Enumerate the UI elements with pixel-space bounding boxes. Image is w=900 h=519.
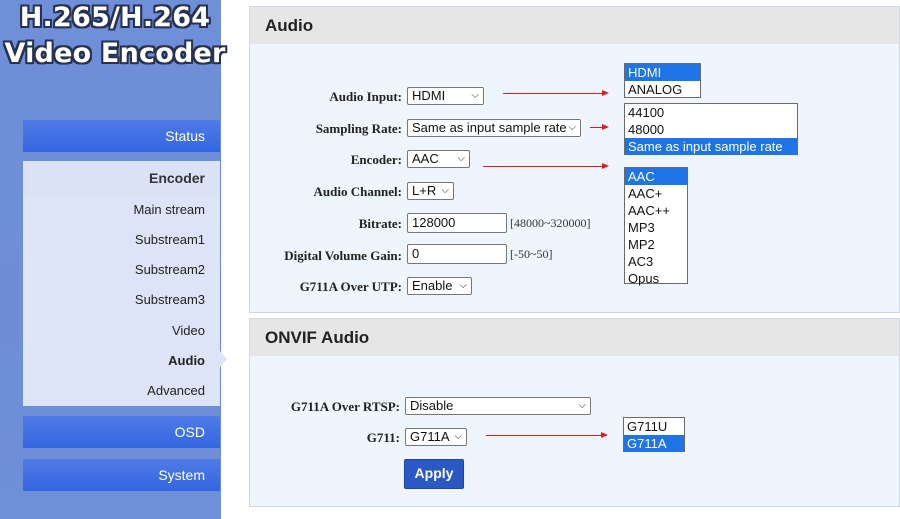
annotation-arrow-g711	[486, 432, 608, 438]
audio-input-options-list: HDMI ANALOG	[624, 63, 701, 98]
nav-encoder[interactable]: Encoder	[23, 161, 220, 195]
g711a-rtsp-value: Disable	[410, 398, 454, 413]
bitrate-range-hint: [48000~320000]	[510, 216, 591, 230]
sidebar-item-audio[interactable]: Audio	[168, 353, 205, 368]
audio-channel-select[interactable]: L+R ⌵	[407, 182, 454, 200]
volume-gain-input[interactable]: 0	[407, 244, 507, 264]
audio-channel-value: L+R	[412, 183, 437, 198]
volume-gain-label: Digital Volume Gain:	[284, 248, 402, 263]
encoder-value: AAC	[412, 151, 439, 166]
option-aac[interactable]: AAC	[625, 168, 687, 185]
nav-system[interactable]: System	[23, 459, 220, 491]
bitrate-input[interactable]: 128000	[407, 213, 507, 233]
g711-options-list: G711U G711A	[623, 417, 685, 452]
chevron-down-icon: ⌵	[568, 122, 576, 133]
option-aac-plus-plus[interactable]: AAC++	[625, 202, 687, 219]
audio-input-value: HDMI	[412, 88, 446, 103]
sampling-rate-options-list: 44100 48000 Same as input sample rate	[624, 103, 798, 155]
option-48000[interactable]: 48000	[625, 121, 797, 138]
sidebar-item-video[interactable]: Video	[172, 323, 205, 338]
option-g711u[interactable]: G711U	[624, 418, 684, 435]
option-g711a[interactable]: G711A	[624, 435, 684, 452]
g711-value: G711A	[410, 429, 450, 444]
bitrate-label: Bitrate:	[358, 216, 402, 231]
option-mp3[interactable]: MP3	[625, 219, 687, 236]
option-mp2[interactable]: MP2	[625, 236, 687, 253]
chevron-down-icon: ⌵	[459, 280, 467, 291]
sidebar-item-substream3[interactable]: Substream3	[135, 292, 205, 307]
option-opus[interactable]: Opus	[625, 270, 687, 287]
g711-label: G711:	[366, 430, 400, 445]
chevron-down-icon: ⌵	[454, 431, 462, 442]
option-ac3[interactable]: AC3	[625, 253, 687, 270]
option-analog[interactable]: ANALOG	[625, 81, 700, 98]
chevron-down-icon: ⌵	[471, 90, 479, 101]
sidebar-item-substream1[interactable]: Substream1	[135, 232, 205, 247]
g711a-rtsp-label: G711A Over RTSP:	[290, 399, 400, 414]
nav-osd[interactable]: OSD	[23, 416, 220, 448]
option-same-as-input[interactable]: Same as input sample rate	[625, 138, 797, 155]
option-hdmi[interactable]: HDMI	[625, 64, 700, 81]
encoder-label: Encoder:	[350, 152, 402, 167]
encoder-select[interactable]: AAC ⌵	[407, 150, 470, 168]
option-44100[interactable]: 44100	[625, 104, 797, 121]
chevron-down-icon: ⌵	[441, 185, 449, 196]
option-aac-plus[interactable]: AAC+	[625, 185, 687, 202]
g711-select[interactable]: G711A ⌵	[405, 428, 467, 446]
sidebar-item-advanced[interactable]: Advanced	[147, 383, 205, 398]
sampling-rate-value: Same as input sample rate	[412, 120, 567, 135]
audio-panel-title: Audio	[250, 7, 899, 44]
chevron-down-icon: ⌵	[578, 400, 586, 411]
sidebar-item-main-stream[interactable]: Main stream	[133, 202, 205, 217]
volume-gain-range-hint: [-50~50]	[510, 247, 553, 261]
encoder-submenu: Encoder Main stream Substream1 Substream…	[23, 161, 220, 406]
sidebar-item-substream2[interactable]: Substream2	[135, 262, 205, 277]
g711a-rtsp-select[interactable]: Disable ⌵	[405, 397, 591, 415]
annotation-arrow-sampling-rate	[590, 124, 609, 130]
active-item-pointer	[220, 351, 227, 367]
apply-button[interactable]: Apply	[404, 459, 464, 489]
annotation-arrow-encoder	[483, 163, 609, 169]
onvif-panel-title: ONVIF Audio	[250, 319, 899, 356]
g711a-utp-label: G711A Over UTP:	[299, 279, 402, 294]
sampling-rate-select[interactable]: Same as input sample rate ⌵	[407, 119, 581, 137]
g711a-utp-value: Enable	[412, 278, 453, 293]
sidebar: H.265/H.264 Video Encoder Status Encoder…	[0, 0, 227, 519]
audio-input-select[interactable]: HDMI ⌵	[407, 87, 484, 105]
encoder-options-list: AAC AAC+ AAC++ MP3 MP2 AC3 Opus	[624, 167, 688, 287]
nav-status[interactable]: Status	[23, 120, 220, 152]
brand-title-line2: Video Encoder	[4, 38, 226, 69]
sampling-rate-label: Sampling Rate:	[315, 121, 402, 136]
g711a-utp-select[interactable]: Enable ⌵	[407, 277, 472, 295]
brand-title-line1: H.265/H.264	[19, 2, 211, 33]
audio-channel-label: Audio Channel:	[313, 184, 403, 199]
annotation-arrow-audio-input	[503, 90, 609, 96]
audio-input-label: Audio Input:	[329, 89, 402, 104]
chevron-down-icon: ⌵	[457, 153, 465, 164]
